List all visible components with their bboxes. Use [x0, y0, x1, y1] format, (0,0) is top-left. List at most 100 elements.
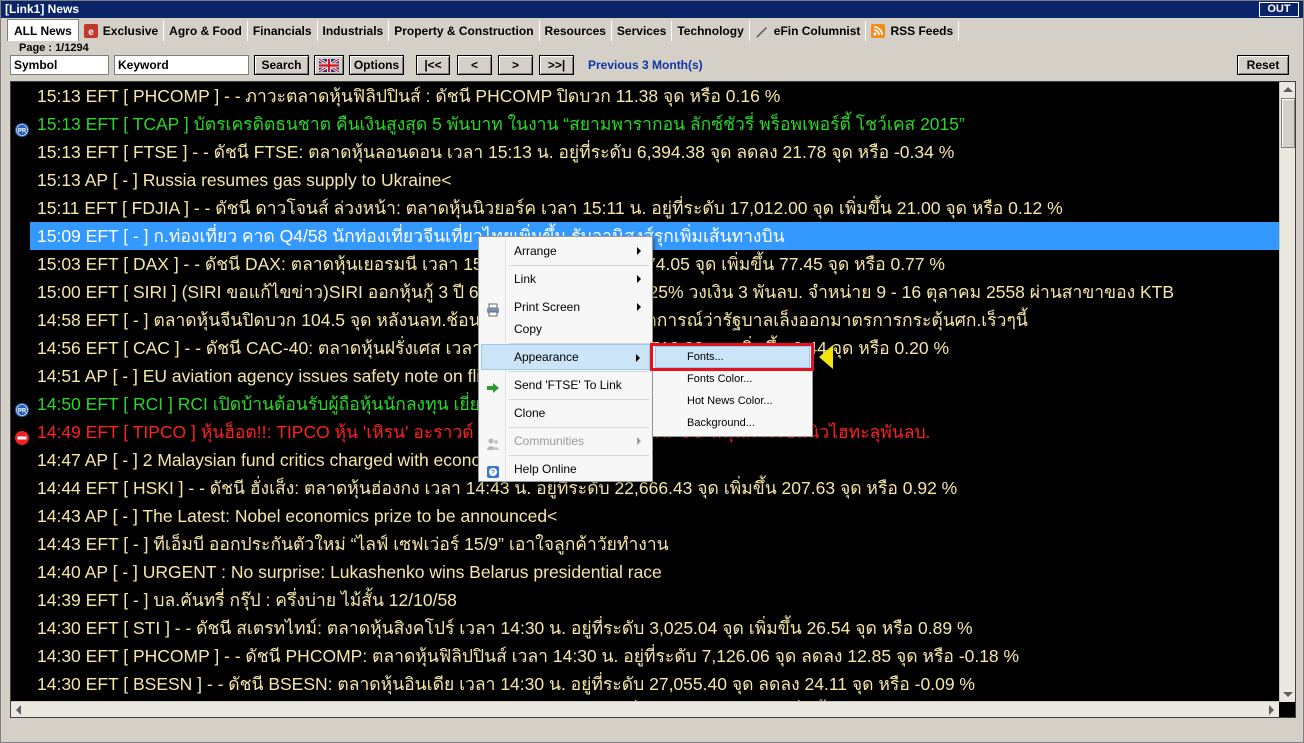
news-window: [Link1] News OUT ALL News e Exclusive Agro …	[0, 0, 1304, 743]
menu-item-link[interactable]: Link	[481, 266, 650, 292]
menu-item-appearance[interactable]: Appearance	[481, 344, 650, 370]
news-headline: 14:43 AP [ - ] The Latest: Nobel economi…	[37, 506, 558, 526]
page-indicator: Page : 1/1294	[19, 42, 89, 54]
previous-months-link[interactable]: Previous 3 Month(s)	[588, 55, 703, 75]
tab-exclusive[interactable]: e Exclusive	[78, 21, 165, 41]
next-page-button[interactable]: >	[498, 55, 533, 75]
tab-efin-columnist[interactable]: eFin Columnist	[749, 21, 867, 41]
news-row[interactable]: 15:13 EFT [ PHCOMP ] - - ภาวะตลาดหุ้นฟิล…	[11, 82, 1279, 110]
news-row[interactable]: 14:43 EFT [ - ] ทีเอ็มบี ออกประกันตัวใหม…	[11, 530, 1279, 558]
language-button[interactable]	[314, 55, 344, 75]
tab-services[interactable]: Services	[611, 21, 673, 41]
send-arrow-icon	[486, 378, 500, 393]
news-headline: 15:13 EFT [ TCAP ] บัตรเครดิตธนชาต คืนเง…	[37, 114, 965, 134]
window-title: [Link1] News	[5, 2, 80, 16]
tab-label: ALL News	[14, 23, 72, 38]
tab-industrials[interactable]: Industrials	[317, 21, 390, 41]
news-row[interactable]: 14:30 EFT [ PHCOMP ] - - ดัชนี PHCOMP: ต…	[11, 642, 1279, 670]
hot-icon	[15, 425, 29, 445]
context-menu: Arrange Link Print Screen Copy Appearance Sen…	[478, 236, 653, 482]
tab-label: eFin Columnist	[773, 24, 861, 38]
news-row[interactable]: 14:30 EFT [ STI ] - - ดัชนี สเตรทไทม์: ต…	[11, 614, 1279, 642]
annotation-pointer-icon	[819, 345, 833, 369]
menu-item-clone[interactable]: Clone	[481, 400, 650, 426]
news-headline: 15:13 EFT [ FTSE ] - - ดัชนี FTSE: ตลาดห…	[37, 142, 955, 162]
news-headline: 15:13 EFT [ PHCOMP ] - - ภาวะตลาดหุ้นฟิล…	[37, 86, 781, 106]
svg-text:PR: PR	[18, 129, 27, 135]
menu-item-label: Communities	[514, 434, 585, 448]
news-row[interactable]: 15:11 EFT [ FDJIA ] - - ดัชนี ดาวโจนส์ ล…	[11, 194, 1279, 222]
menu-item-label: Copy	[514, 322, 543, 336]
news-row[interactable]: 14:40 AP [ - ] URGENT : No surprise: Luk…	[11, 558, 1279, 586]
news-row[interactable]: 15:13 AP [ - ] Russia resumes gas supply…	[11, 166, 1279, 194]
annotation-highlight-box	[650, 343, 814, 371]
tab-label: Property & Construction	[394, 24, 534, 38]
menu-item-label: Clone	[514, 406, 546, 420]
news-headline: 15:09 EFT [ - ] ก.ท่องเที่ยว คาด Q4/58 น…	[37, 226, 785, 246]
submenu-item-label: Background...	[687, 417, 755, 429]
submenu-arrow-icon	[637, 303, 641, 311]
menu-item-arrange[interactable]: Arrange	[481, 238, 650, 264]
menu-item-label: Send 'FTSE' To Link	[514, 378, 622, 392]
horizontal-scrollbar[interactable]	[11, 701, 1279, 717]
news-headline: 14:43 EFT [ - ] ทีเอ็มบี ออกประกันตัวใหม…	[37, 534, 669, 554]
menu-item-label: Help Online	[514, 462, 577, 476]
tab-financials[interactable]: Financials	[247, 21, 318, 41]
toolbar: Symbol Keyword Search Options |<< < > >>…	[10, 55, 1296, 75]
news-row[interactable]: 15:13 EFT [ FTSE ] - - ดัชนี FTSE: ตลาดห…	[11, 138, 1279, 166]
svg-text:PR: PR	[18, 409, 27, 415]
scroll-up-icon[interactable]	[1283, 87, 1293, 92]
symbol-input[interactable]: Symbol	[10, 55, 109, 75]
submenu-item-label: Fonts Color...	[687, 373, 753, 385]
news-headline: 14:30 EFT [ BSESN ] - - ดัชนี BSESN: ตลา…	[37, 674, 975, 694]
prev-page-button[interactable]: <	[457, 55, 492, 75]
pr-icon: PR	[15, 397, 29, 417]
menu-item-send-ftse-to-link[interactable]: Send 'FTSE' To Link	[481, 372, 650, 398]
tab-resources[interactable]: Resources	[539, 21, 612, 41]
menu-item-copy[interactable]: Copy	[481, 316, 650, 342]
search-button[interactable]: Search	[254, 55, 309, 75]
scroll-thumb[interactable]	[1281, 98, 1295, 148]
rss-icon	[871, 24, 886, 38]
tab-technology[interactable]: Technology	[672, 21, 750, 41]
news-row[interactable]: 14:30 EFT [ BSESN ] - - ดัชนี BSESN: ตลา…	[11, 670, 1279, 698]
news-headline: 15:11 EFT [ FDJIA ] - - ดัชนี ดาวโจนส์ ล…	[37, 198, 1063, 218]
tab-property-construction[interactable]: Property & Construction	[389, 21, 540, 41]
options-button[interactable]: Options	[349, 55, 404, 75]
news-row[interactable]: 14:43 AP [ - ] The Latest: Nobel economi…	[11, 502, 1279, 530]
submenu-item-fonts-color[interactable]: Fonts Color...	[655, 368, 810, 390]
news-headline: 14:40 AP [ - ] URGENT : No surprise: Luk…	[37, 562, 662, 582]
submenu-arrow-icon	[636, 354, 640, 362]
news-headline: 14:30 EFT [ PHCOMP ] - - ดัชนี PHCOMP: ต…	[37, 646, 1020, 666]
last-page-button[interactable]: >>|	[539, 55, 574, 75]
first-page-button[interactable]: |<<	[416, 55, 450, 75]
scroll-down-icon[interactable]	[1283, 692, 1293, 697]
keyword-input[interactable]: Keyword	[114, 55, 249, 75]
scroll-left-icon[interactable]	[16, 705, 21, 715]
tab-agro-food[interactable]: Agro & Food	[164, 21, 248, 41]
news-headline: 15:13 AP [ - ] Russia resumes gas supply…	[37, 170, 452, 190]
scroll-right-icon[interactable]	[1269, 705, 1274, 715]
news-headline: 14:39 EFT [ - ] บล.คันทรี่ กรุ๊ป : ครึ่ง…	[37, 590, 457, 610]
tab-label: Financials	[252, 24, 312, 38]
pr-icon: PR	[15, 117, 29, 137]
tab-rss-feeds[interactable]: RSS Feeds	[866, 21, 960, 41]
news-row[interactable]: 14:39 EFT [ - ] บล.คันทรี่ กรุ๊ป : ครึ่ง…	[11, 586, 1279, 614]
tab-label: Technology	[677, 24, 744, 38]
window-titlebar[interactable]: [Link1] News OUT	[1, 1, 1303, 18]
tab-label: Services	[616, 24, 667, 38]
news-row[interactable]: 15:09 EFT [ - ] ก.ท่องเที่ยว คาด Q4/58 น…	[30, 222, 1280, 250]
reset-button[interactable]: Reset	[1237, 55, 1289, 75]
submenu-item-hot-news-color[interactable]: Hot News Color...	[655, 390, 810, 412]
out-button[interactable]: OUT	[1259, 2, 1299, 17]
submenu-item-background[interactable]: Background...	[655, 412, 810, 434]
category-tabs: ALL News e Exclusive Agro & Food Financials I…	[7, 19, 960, 41]
submenu-item-label: Hot News Color...	[687, 395, 773, 407]
submenu-arrow-icon	[637, 247, 641, 255]
vertical-scrollbar[interactable]	[1279, 82, 1295, 702]
uk-flag-icon	[319, 59, 339, 72]
menu-item-help-online[interactable]: ? Help Online	[481, 456, 650, 482]
news-row[interactable]: PR 15:13 EFT [ TCAP ] บัตรเครดิตธนชาต คืน…	[11, 110, 1279, 138]
menu-item-label: Appearance	[514, 350, 579, 364]
tab-all-news[interactable]: ALL News	[7, 19, 79, 41]
